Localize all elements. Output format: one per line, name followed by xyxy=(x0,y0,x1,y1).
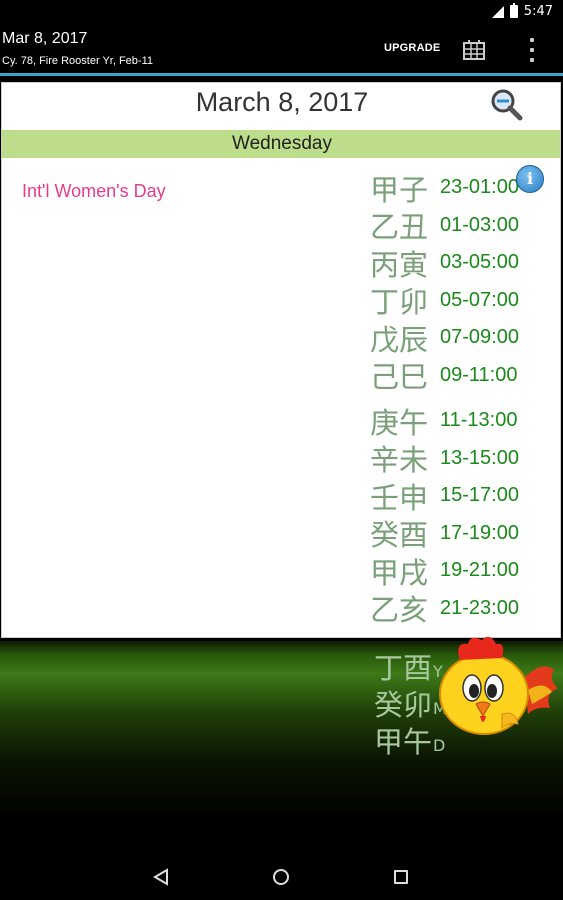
hour-list: 甲子 23-01:00 乙丑 01-03:00 丙寅 03-05:00 丁卯 05-07… xyxy=(370,169,519,628)
hour-range: 09-11:00 xyxy=(440,363,518,386)
hour-range: 03-05:00 xyxy=(440,251,519,274)
hour-stem: 甲戌 xyxy=(370,555,429,590)
hour-row: 甲戌 19-21:00 xyxy=(370,552,519,590)
hour-range: 05-07:00 xyxy=(440,288,519,311)
hour-range: 07-09:00 xyxy=(440,326,519,349)
hour-stem: 戊辰 xyxy=(370,322,429,357)
hour-stem: 癸酉 xyxy=(370,518,429,553)
status-icons: 5:47 xyxy=(491,3,553,19)
header-subtitle: Cy. 78, Fire Rooster Yr, Feb-11 xyxy=(2,55,154,67)
system-nav-bar xyxy=(0,852,563,900)
magnifier-icon[interactable] xyxy=(488,87,524,123)
hour-row: 壬申 15-17:00 xyxy=(370,477,519,515)
signal-icon xyxy=(491,5,504,18)
header-date: Mar 8, 2017 xyxy=(2,30,88,47)
hour-range: 15-17:00 xyxy=(440,484,519,507)
hour-range: 23-01:00 xyxy=(440,176,519,199)
upgrade-button[interactable]: UPGRADE xyxy=(384,42,440,54)
page-title: March 8, 2017 xyxy=(195,87,369,117)
hour-stem: 己巳 xyxy=(370,360,429,395)
hour-stem: 丙寅 xyxy=(370,247,429,282)
hour-range: 13-15:00 xyxy=(440,446,519,469)
hour-row: 丁卯 05-07:00 xyxy=(370,282,519,320)
hour-row: 乙丑 01-03:00 xyxy=(370,207,519,245)
home-icon[interactable] xyxy=(273,869,289,885)
pillar-text: 丁酉 xyxy=(374,651,433,685)
hour-row: 戊辰 07-09:00 xyxy=(370,319,519,357)
status-time: 5:47 xyxy=(523,4,553,19)
hour-range: 17-19:00 xyxy=(440,521,519,544)
hour-row: 丙寅 03-05:00 xyxy=(370,244,519,282)
hour-stem: 壬申 xyxy=(370,480,429,515)
rooster-mascot-icon[interactable] xyxy=(432,630,562,745)
hour-stem: 丁卯 xyxy=(370,285,429,320)
hour-stem: 辛未 xyxy=(370,443,429,478)
hour-row: 甲子 23-01:00 xyxy=(370,169,519,207)
overflow-menu-icon[interactable] xyxy=(526,38,538,62)
day-panel: March 8, 2017 Wednesday Int'l Women's Da… xyxy=(1,82,561,638)
holiday-link[interactable]: Int'l Women's Day xyxy=(22,181,166,202)
status-bar: 5:47 xyxy=(0,0,563,26)
recent-apps-icon[interactable] xyxy=(394,870,408,884)
hour-row: 己巳 09-11:00 xyxy=(370,357,519,395)
hour-row: 乙亥 21-23:00 xyxy=(370,590,519,628)
hour-range: 11-13:00 xyxy=(440,409,518,432)
pillar-text: 癸卯 xyxy=(374,688,433,722)
hour-stem: 乙丑 xyxy=(370,210,429,245)
pillar-text: 甲午 xyxy=(374,725,433,759)
back-icon[interactable] xyxy=(152,868,170,886)
battery-icon xyxy=(509,3,518,18)
info-button[interactable]: i xyxy=(516,165,544,193)
action-bar: Mar 8, 2017 Cy. 78, Fire Rooster Yr, Feb… xyxy=(0,26,563,76)
hour-stem: 乙亥 xyxy=(370,593,429,628)
hour-row: 庚午 11-13:00 xyxy=(370,402,519,440)
hour-range: 19-21:00 xyxy=(440,559,519,582)
hour-stem: 庚午 xyxy=(370,405,429,440)
hour-range: 21-23:00 xyxy=(440,596,519,619)
weekday-band: Wednesday xyxy=(2,130,560,158)
hour-stem: 甲子 xyxy=(370,172,429,207)
hour-range: 01-03:00 xyxy=(440,213,519,236)
calendar-grid-icon[interactable] xyxy=(462,39,486,61)
hour-row: 辛未 13-15:00 xyxy=(370,440,519,478)
hour-row: 癸酉 17-19:00 xyxy=(370,515,519,553)
